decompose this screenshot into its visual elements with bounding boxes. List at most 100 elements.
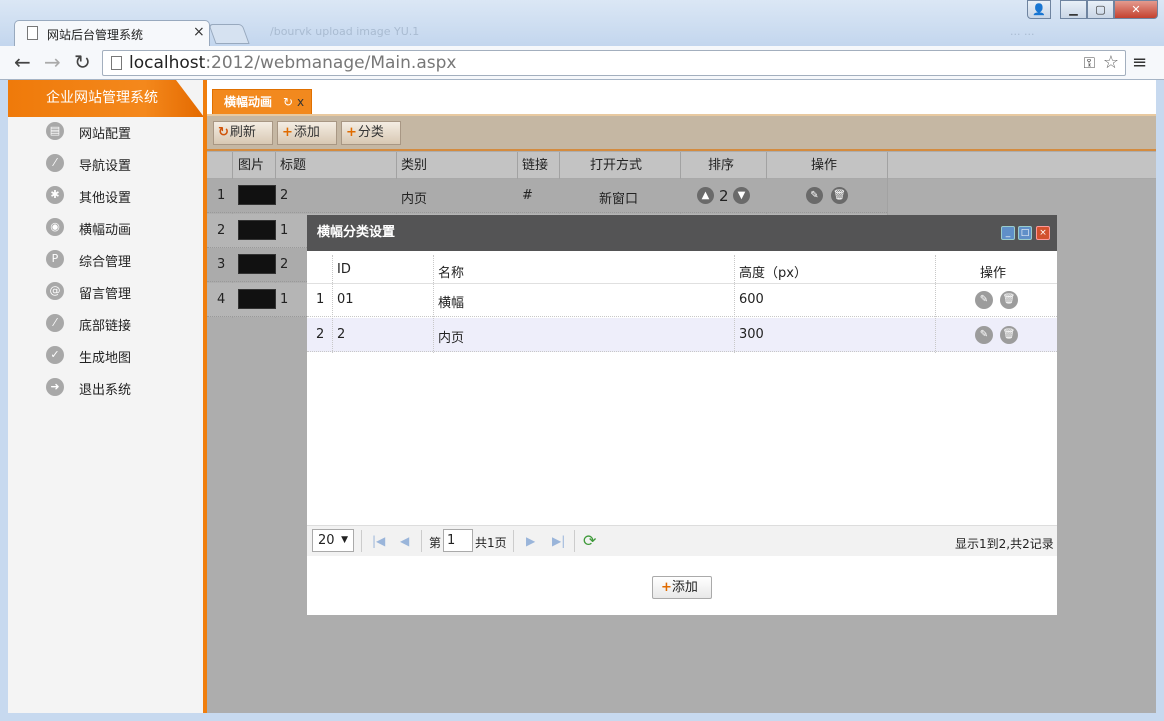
new-tab-button[interactable]	[208, 24, 250, 44]
browser-tab[interactable]: 网站后台管理系统 ×	[14, 20, 210, 46]
sidebar-item[interactable]: ➜ 退出系统	[8, 372, 203, 404]
col-id[interactable]: ID	[337, 262, 351, 277]
forward-icon[interactable]: →	[44, 50, 61, 74]
at-icon: @	[46, 282, 64, 300]
grid-header	[207, 152, 1156, 179]
tab-close-icon[interactable]: x	[297, 90, 304, 114]
col-image[interactable]: 图片	[238, 152, 264, 179]
address-bar[interactable]: localhost:2012/webmanage/Main.aspx ⚿ ☆	[102, 50, 1126, 76]
page-prefix: 第	[429, 536, 442, 550]
image-icon: ◉	[46, 218, 64, 236]
sidebar-item[interactable]: ✱ 其他设置	[8, 180, 203, 212]
page-number-input[interactable]: 1	[443, 529, 473, 552]
delete-icon[interactable]: 🗑	[1000, 291, 1018, 309]
key-icon[interactable]: ⚿	[1084, 54, 1095, 72]
dialog-add-button[interactable]: +添加	[652, 576, 712, 599]
user-icon[interactable]: 👤	[1027, 0, 1051, 19]
page-size-select[interactable]: 20 ▼	[312, 529, 354, 552]
sidebar-item[interactable]: ✓ 生成地图	[8, 340, 203, 372]
col-category[interactable]: 类别	[401, 152, 427, 179]
tab-refresh-icon[interactable]: ↻	[283, 90, 293, 114]
page-icon	[111, 56, 122, 70]
col-open-mode[interactable]: 打开方式	[590, 152, 642, 179]
delete-icon[interactable]: 🗑	[831, 187, 848, 204]
sidebar-item-label: 网站配置	[79, 127, 132, 142]
dialog-close-button[interactable]: ×	[1036, 226, 1050, 240]
delete-icon[interactable]: 🗑	[1000, 326, 1018, 344]
edit-icon[interactable]: ✎	[806, 187, 823, 204]
col-dialog-actions[interactable]: 操作	[980, 262, 1006, 281]
first-page-icon[interactable]: |◀	[372, 534, 385, 548]
banner-thumbnail[interactable]	[238, 219, 276, 240]
pagination-bar	[307, 525, 1057, 556]
sidebar-item[interactable]: @ 留言管理	[8, 276, 203, 308]
col-sort[interactable]: 排序	[708, 152, 734, 179]
bookmark-star-icon[interactable]: ☆	[1103, 52, 1119, 73]
add-button[interactable]: +添加	[277, 121, 337, 145]
edit-icon[interactable]: ✎	[975, 326, 993, 344]
category-button[interactable]: +分类	[341, 121, 401, 145]
sidebar-item-label: 留言管理	[79, 287, 132, 302]
sidebar-item-label: 退出系统	[79, 383, 132, 398]
row-name: 内页	[438, 331, 465, 346]
sidebar-item[interactable]: P 综合管理	[8, 244, 203, 276]
content-tabstrip	[207, 80, 1156, 116]
last-page-icon[interactable]: ▶|	[552, 534, 565, 548]
col-link[interactable]: 链接	[522, 152, 548, 179]
move-up-icon[interactable]: ▲	[697, 187, 714, 204]
row-number: 2	[316, 327, 325, 342]
move-down-icon[interactable]: ▼	[733, 187, 750, 204]
back-icon[interactable]: ←	[14, 50, 31, 74]
sidebar-item[interactable]: ⁄ 底部链接	[8, 308, 203, 340]
dialog-maximize-button[interactable]: □	[1018, 226, 1032, 240]
row-number: 3	[217, 257, 226, 272]
table-row[interactable]	[207, 179, 887, 213]
col-title[interactable]: 标题	[280, 152, 306, 179]
dialog-table-header	[307, 255, 1057, 284]
row-link[interactable]: #	[522, 188, 533, 203]
table-row[interactable]	[307, 318, 1057, 352]
row-category: 内页	[401, 192, 428, 207]
sidebar-item-label: 底部链接	[79, 319, 132, 334]
banner-thumbnail[interactable]	[238, 254, 276, 274]
prev-page-icon[interactable]: ◀	[400, 534, 409, 548]
pager-separator	[513, 530, 514, 552]
col-name[interactable]: 名称	[438, 262, 464, 281]
sidebar-item-label: 综合管理	[79, 255, 132, 270]
row-height: 300	[739, 327, 764, 342]
sidebar-item[interactable]: ▤ 网站配置	[8, 116, 203, 148]
refresh-icon[interactable]: ⟳	[583, 531, 596, 550]
col-height[interactable]: 高度（px）	[739, 262, 807, 281]
reload-icon[interactable]: ↻	[74, 50, 91, 74]
refresh-icon: ↻	[218, 125, 229, 140]
url-text: localhost:2012/webmanage/Main.aspx	[129, 53, 457, 73]
close-window-button[interactable]: ✕	[1114, 0, 1158, 19]
sidebar-item-label: 横幅动画	[79, 223, 132, 238]
browser-tab-title: 网站后台管理系统	[47, 28, 144, 42]
next-page-icon[interactable]: ▶	[526, 534, 535, 548]
row-id: 2	[337, 327, 346, 342]
minimize-button[interactable]: ▁	[1060, 0, 1087, 19]
close-tab-icon[interactable]: ×	[193, 24, 205, 40]
menu-icon[interactable]: ≡	[1132, 52, 1147, 73]
sidebar-item[interactable]: ◉ 横幅动画	[8, 212, 203, 244]
sidebar-item-label: 其他设置	[79, 191, 132, 206]
table-row[interactable]	[307, 283, 1057, 317]
banner-thumbnail[interactable]	[238, 185, 276, 205]
row-name: 横幅	[438, 296, 465, 311]
edit-icon[interactable]: ✎	[975, 291, 993, 309]
banner-thumbnail[interactable]	[238, 288, 276, 309]
maximize-button[interactable]: ▢	[1087, 0, 1114, 19]
record-summary: 显示1到2,共2记录	[955, 537, 1054, 551]
row-title: 1	[280, 291, 289, 307]
dialog-minimize-button[interactable]: _	[1001, 226, 1015, 240]
column-divider	[734, 255, 735, 353]
col-actions[interactable]: 操作	[811, 152, 837, 179]
page-total: 共1页	[475, 536, 507, 550]
check-icon: ✓	[46, 346, 64, 364]
refresh-button[interactable]: ↻刷新	[213, 121, 273, 145]
sidebar-item[interactable]: ⁄ 导航设置	[8, 148, 203, 180]
settings-icon: ▤	[46, 122, 64, 140]
row-height: 600	[739, 292, 764, 307]
tab-banner-animation[interactable]: 横幅动画 ↻ x	[212, 89, 312, 114]
